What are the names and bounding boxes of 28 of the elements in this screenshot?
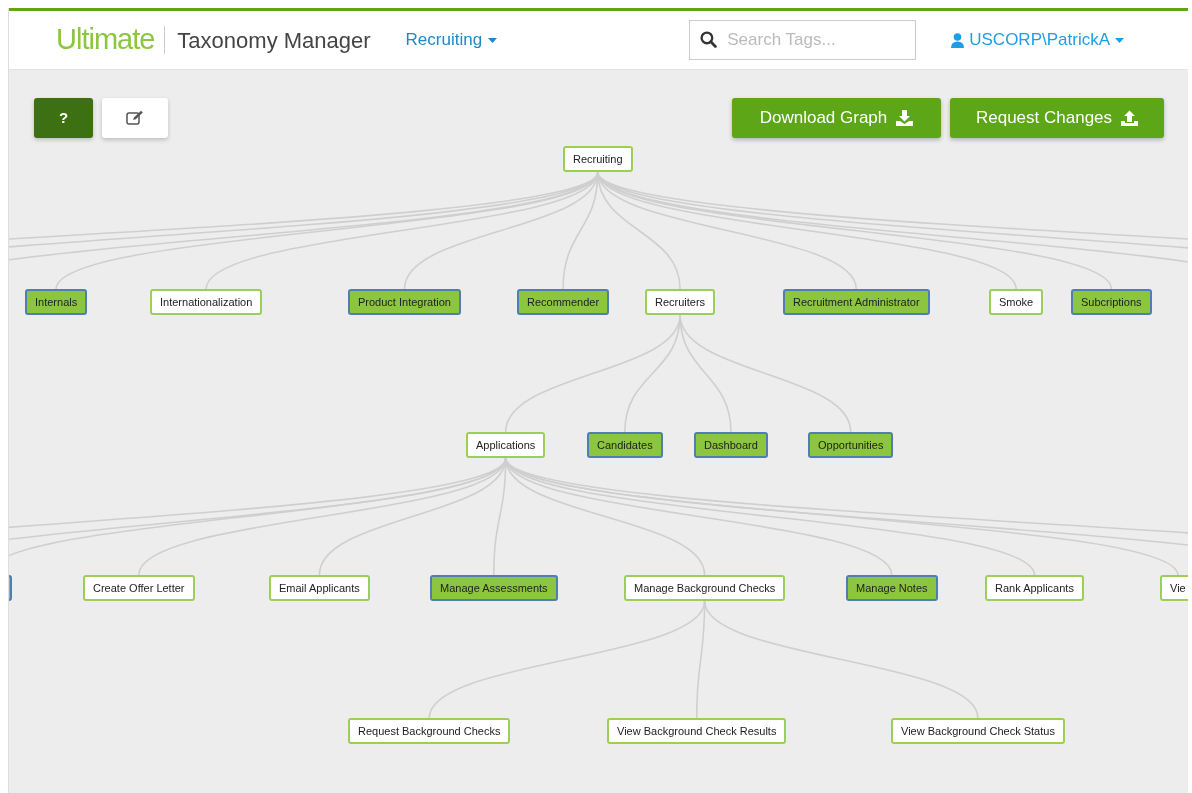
graph-node[interactable]: Rank Applicants (985, 575, 1084, 601)
graph-node[interactable]: Request Background Checks (348, 718, 511, 744)
graph-node[interactable]: Internationalization (150, 289, 263, 315)
graph-node[interactable]: Candidates (587, 432, 663, 458)
help-button[interactable]: ? (34, 98, 93, 138)
graph-node[interactable]: Subcriptions (1071, 289, 1152, 315)
graph-node[interactable]: Manage Assessments (430, 575, 558, 601)
graph-node[interactable]: Manage Notes (846, 575, 938, 601)
graph-node[interactable]: Vie (1160, 575, 1188, 601)
graph-node[interactable]: Email Applicants (269, 575, 370, 601)
graph-node[interactable]: Internals (25, 289, 88, 315)
graph-node[interactable]: Recruiting (563, 146, 633, 172)
graph-node[interactable]: Manage Background Checks (624, 575, 786, 601)
graph-node[interactable]: Dashboard (694, 432, 768, 458)
graph-node[interactable]: Recruiters (645, 289, 716, 315)
area-dropdown[interactable]: Recruiting (405, 27, 498, 53)
graph-node[interactable]: Recruitment Administrator (783, 289, 930, 315)
logo: Ultimate (56, 22, 155, 58)
graph-node[interactable]: Product Integration (348, 289, 461, 315)
graph-node[interactable]: Create Offer Letter (83, 575, 195, 601)
graph-node[interactable]: View Background Check Status (891, 718, 1065, 744)
graph-node[interactable]: Smoke (989, 289, 1044, 315)
graph-node[interactable]: View Background Check Results (607, 718, 787, 744)
app-title: Taxonomy Manager (177, 26, 371, 55)
graph-node[interactable]: Applications (466, 432, 546, 458)
graph-node[interactable]: Recommender (517, 289, 610, 315)
graph-node[interactable]: Opportunities (808, 432, 894, 458)
search-field[interactable]: Search Tags... (689, 20, 917, 60)
